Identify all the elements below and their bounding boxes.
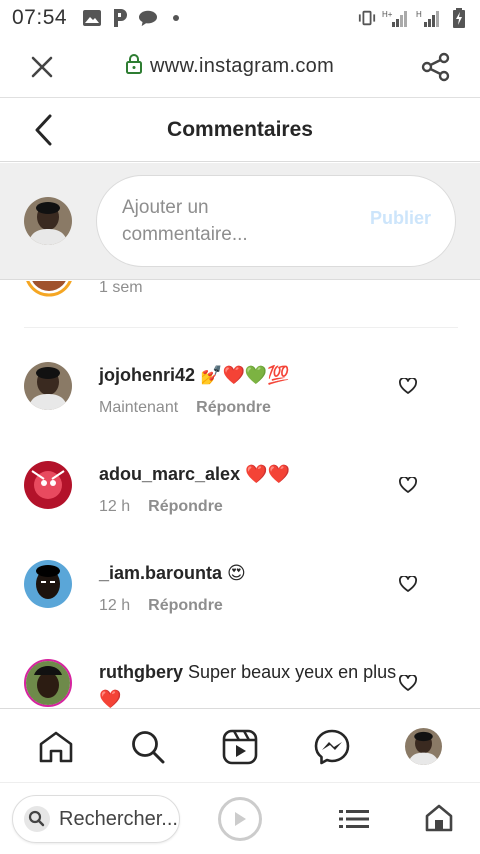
signal-icon-2: H xyxy=(416,9,444,27)
comment-input-placeholder: Ajouter un commentaire... xyxy=(122,197,248,245)
comment-meta: 12 h Répondre xyxy=(99,597,223,615)
nav-profile-avatar[interactable] xyxy=(405,728,442,765)
messenger-icon xyxy=(314,729,350,765)
comment-item: ruthgbery Super beaux yeux en plus ❤️ xyxy=(0,659,480,708)
browser-search-button[interactable]: Rechercher... xyxy=(12,795,180,843)
comment-avatar[interactable] xyxy=(24,659,72,707)
instagram-bottom-nav xyxy=(0,708,480,782)
like-button[interactable] xyxy=(396,374,420,398)
comment-time: 12 h xyxy=(99,597,131,614)
comment-divider xyxy=(24,327,458,328)
comment-text: ruthgbery Super beaux yeux en plus ❤️ xyxy=(99,659,399,708)
like-button[interactable] xyxy=(396,572,420,596)
like-button[interactable] xyxy=(396,473,420,497)
comment-composer: Ajouter un commentaire... Publier xyxy=(0,163,480,280)
lock-icon xyxy=(126,54,142,79)
play-icon xyxy=(235,812,246,826)
tabs-menu-button[interactable] xyxy=(338,803,370,835)
media-play-button[interactable] xyxy=(218,797,262,841)
nav-search-button[interactable] xyxy=(128,727,168,767)
comment-avatar[interactable] xyxy=(24,560,72,608)
heart-icon xyxy=(399,675,417,691)
comment-text: _iam.barounta 😍 xyxy=(99,560,399,587)
comment-meta: Maintenant Répondre xyxy=(99,399,271,417)
reply-button[interactable]: Répondre xyxy=(196,399,271,417)
comment-text: adou_marc_alex ❤️❤️ xyxy=(99,461,399,488)
reply-button[interactable]: Répondre xyxy=(148,597,223,615)
nav-reels-button[interactable] xyxy=(220,727,260,767)
comment-time: Maintenant xyxy=(99,399,179,416)
close-icon xyxy=(31,56,53,77)
url-domain: www.instagram.com xyxy=(150,55,335,77)
previous-comment-avatar[interactable] xyxy=(24,281,74,297)
status-bar: 07:54 H+ H xyxy=(0,0,480,36)
current-user-avatar xyxy=(24,197,72,245)
comment-username[interactable]: adou_marc_alex xyxy=(99,464,240,484)
comment-username[interactable]: _iam.barounta xyxy=(99,563,222,583)
comment-item: _iam.barounta 😍 12 h Répondre xyxy=(0,560,480,650)
comment-input[interactable]: Ajouter un commentaire... Publier xyxy=(96,175,456,267)
search-icon xyxy=(24,806,50,832)
chevron-left-icon xyxy=(35,114,52,146)
comment-body: ❤️❤️ xyxy=(245,464,290,484)
comment-avatar[interactable] xyxy=(24,362,72,410)
browser-bottom-bar: Rechercher... xyxy=(0,782,480,854)
comment-avatar[interactable] xyxy=(24,461,72,509)
list-menu-icon xyxy=(339,810,369,828)
close-tab-button[interactable] xyxy=(20,45,64,89)
comment-username[interactable]: jojohenri42 xyxy=(99,365,195,385)
reply-button[interactable]: Répondre xyxy=(148,498,223,516)
status-time: 07:54 xyxy=(12,6,68,29)
heart-icon xyxy=(399,378,417,394)
battery-charging-icon xyxy=(450,8,468,28)
comment-item: jojohenri42 💅❤️💚💯 Maintenant Répondre xyxy=(0,362,480,452)
comment-text: jojohenri42 💅❤️💚💯 xyxy=(99,362,399,389)
comment-username[interactable]: ruthgbery xyxy=(99,662,183,682)
page-header: Commentaires xyxy=(0,98,480,162)
browser-toolbar: www.instagram.com xyxy=(0,36,480,98)
share-button[interactable] xyxy=(416,47,456,87)
reels-icon xyxy=(222,729,258,765)
previous-comment-time: 1 sem xyxy=(99,281,143,296)
comment-body: 💅❤️💚💯 xyxy=(200,365,290,385)
browser-search-label: Rechercher... xyxy=(59,807,178,830)
url-bar[interactable]: www.instagram.com xyxy=(126,54,334,79)
more-notifications-dot-icon xyxy=(167,9,185,27)
comment-time: 12 h xyxy=(99,498,131,515)
comment-item: adou_marc_alex ❤️❤️ 12 h Répondre xyxy=(0,461,480,551)
home-icon xyxy=(39,731,73,763)
search-icon xyxy=(132,731,165,764)
comment-list[interactable]: 1 sem jojohenri42 💅❤️💚💯 Maintenant Répon… xyxy=(0,281,480,708)
share-icon xyxy=(421,52,450,81)
page-title: Commentaires xyxy=(167,117,313,141)
gallery-notification-icon xyxy=(83,9,102,27)
heart-icon xyxy=(399,576,417,592)
signal-icon-1: H+ xyxy=(382,9,410,27)
home-icon xyxy=(425,804,453,832)
network-type-label-2: H xyxy=(416,10,422,19)
publish-button[interactable]: Publier xyxy=(370,208,431,229)
chat-notification-icon xyxy=(139,9,158,27)
like-button[interactable] xyxy=(396,671,420,695)
p-app-notification-icon xyxy=(111,9,129,27)
comment-body: 😍 xyxy=(227,563,246,583)
vibrate-icon xyxy=(358,9,376,27)
back-button[interactable] xyxy=(24,110,64,150)
browser-home-button[interactable] xyxy=(422,801,456,835)
comment-meta: 12 h Répondre xyxy=(99,498,223,516)
nav-messenger-button[interactable] xyxy=(312,727,352,767)
network-type-label-1: H+ xyxy=(382,10,393,19)
heart-icon xyxy=(399,477,417,493)
nav-home-button[interactable] xyxy=(36,727,76,767)
